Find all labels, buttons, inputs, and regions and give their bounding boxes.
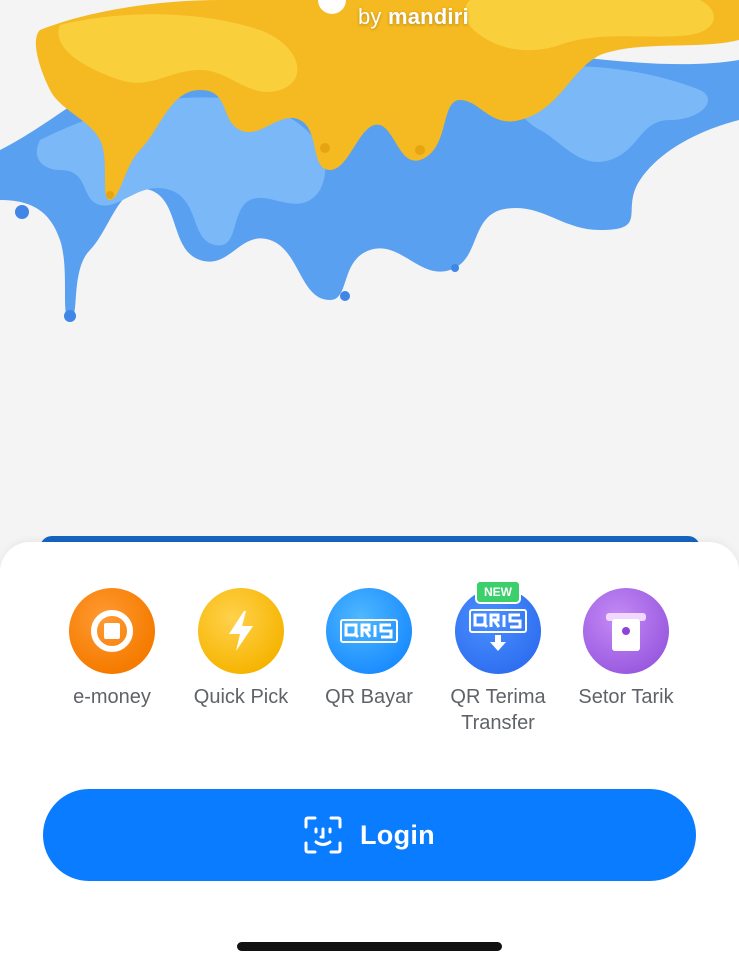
shortcut-quick-pick[interactable]: Quick Pick	[171, 588, 311, 710]
brand-name-text: mandiri	[387, 4, 469, 29]
shortcut-qr-terima-transfer[interactable]: NEW QR Terima Transfer	[428, 580, 568, 736]
home-indicator	[237, 942, 502, 951]
shortcut-qr-bayar[interactable]: QR Bayar	[299, 588, 439, 710]
shortcut-label-qr-terima-transfer: QR Terima Transfer	[450, 686, 546, 734]
hero-artwork: by mandiri	[0, 0, 739, 560]
qris-icon	[326, 588, 412, 674]
shortcut-setor-tarik[interactable]: Setor Tarik	[556, 588, 696, 710]
lightning-icon	[198, 588, 284, 674]
atm-icon	[583, 588, 669, 674]
face-id-icon	[304, 816, 342, 854]
shortcut-label-quick-pick: Quick Pick	[193, 686, 289, 708]
paint-splash-illustration	[0, 0, 739, 322]
brand-by-text: by	[358, 4, 382, 29]
login-button[interactable]: Login	[43, 789, 696, 881]
login-label: Login	[360, 819, 435, 850]
shortcut-label-emoney: e-money	[73, 686, 151, 708]
shortcut-label-setor-tarik: Setor Tarik	[578, 686, 674, 708]
emoney-icon	[69, 588, 155, 674]
qris-receive-icon: NEW	[455, 580, 541, 674]
shortcut-label-qr-bayar: QR Bayar	[325, 686, 413, 708]
shortcut-emoney[interactable]: e-money	[42, 588, 182, 710]
brand-logo: by mandiri	[358, 4, 469, 30]
shortcut-menu: e-money Quick Pick QR Bayar NEW QR Terim…	[0, 580, 739, 748]
bottom-sheet: e-money Quick Pick QR Bayar NEW QR Terim…	[0, 542, 739, 967]
